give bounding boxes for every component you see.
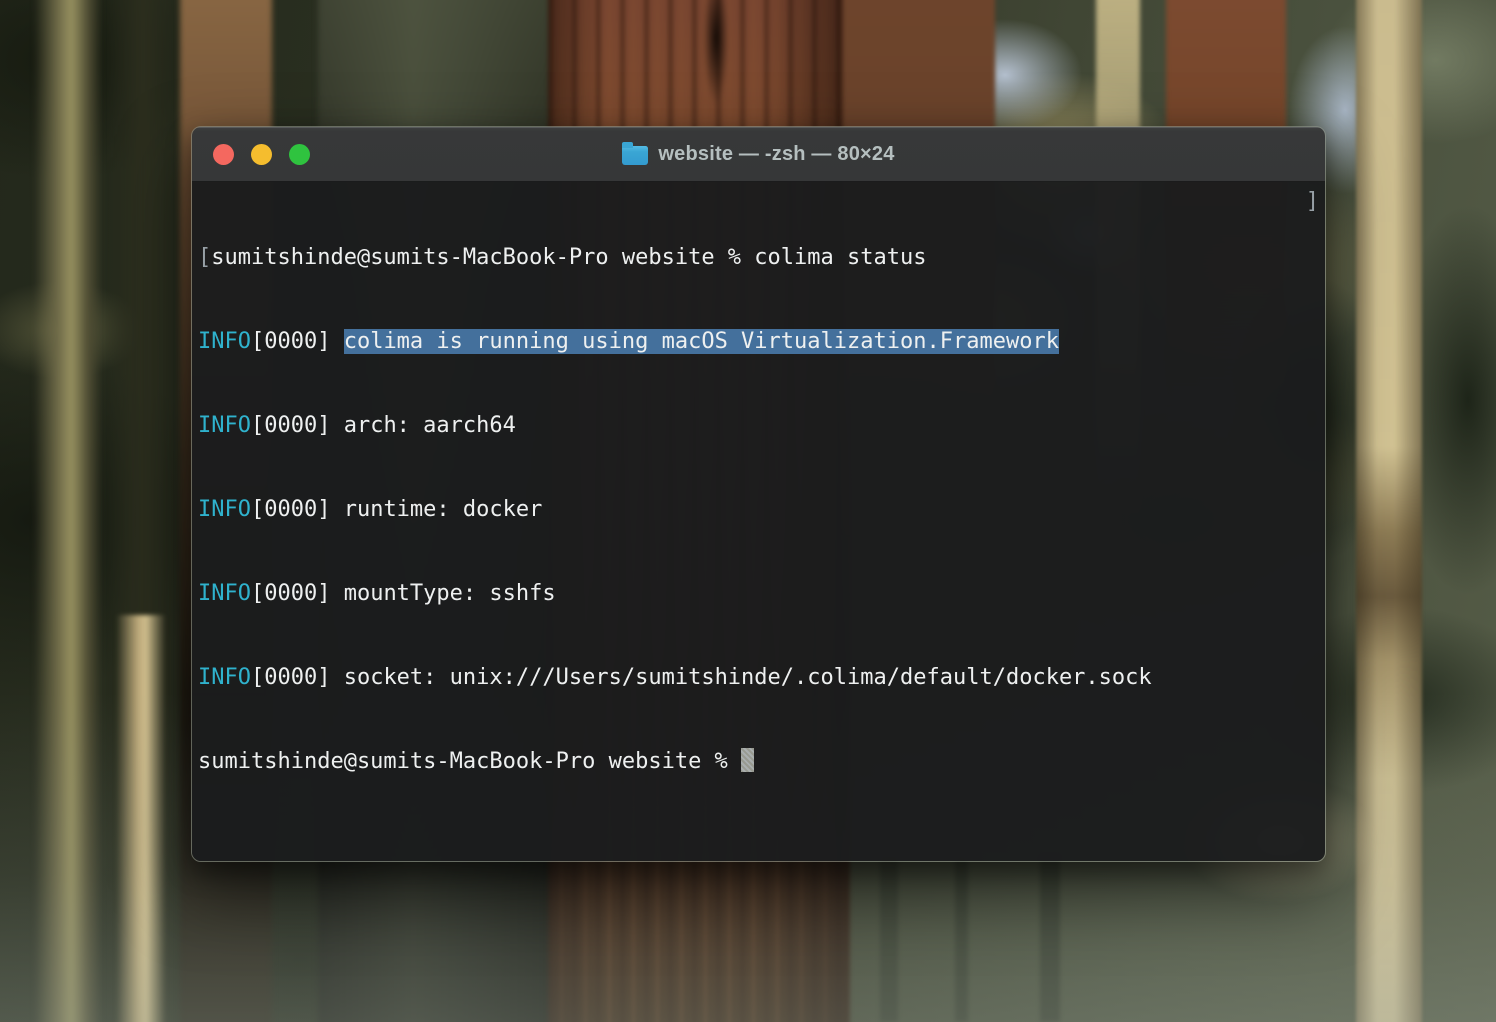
terminal-line-log: INFO[0000] socket: unix:///Users/sumitsh… [198,664,1319,692]
log-level: INFO [198,329,251,354]
terminal-line-log: INFO[0000] arch: aarch64 [198,412,1319,440]
command-text: sumitshinde@sumits-MacBook-Pro website %… [211,245,926,270]
terminal-line-log: INFO[0000] colima is running using macOS… [198,328,1319,356]
prompt-mark-open: [ [198,245,211,270]
log-message: runtime: docker [344,497,543,522]
log-level: INFO [198,413,251,438]
log-level: INFO [198,497,251,522]
zoom-button[interactable] [289,144,310,165]
log-time: [0000] [251,329,344,354]
log-message-selected: colima is running using macOS Virtualiza… [344,329,1059,354]
prompt-mark-close: ] [1306,188,1319,216]
terminal-line-command: [sumitshinde@sumits-MacBook-Pro website … [198,244,1319,272]
terminal-line-prompt: sumitshinde@sumits-MacBook-Pro website % [198,748,1319,776]
terminal-line-log: INFO[0000] mountType: sshfs [198,580,1319,608]
close-button[interactable] [213,144,234,165]
log-time: [0000] [251,497,344,522]
log-time: [0000] [251,665,344,690]
terminal-line-log: INFO[0000] runtime: docker [198,496,1319,524]
traffic-lights [192,144,310,165]
log-time: [0000] [251,581,344,606]
window-title-group: website — -zsh — 80×24 [192,143,1325,166]
log-level: INFO [198,581,251,606]
folder-icon [622,146,648,165]
log-message: arch: aarch64 [344,413,516,438]
log-message: socket: unix:///Users/sumitshinde/.colim… [344,665,1152,690]
log-time: [0000] [251,413,344,438]
log-level: INFO [198,665,251,690]
window-titlebar[interactable]: website — -zsh — 80×24 [192,127,1325,181]
terminal-screen[interactable]: [sumitshinde@sumits-MacBook-Pro website … [192,181,1325,862]
window-title: website — -zsh — 80×24 [658,143,894,166]
terminal-cursor [741,748,754,772]
prompt-text: sumitshinde@sumits-MacBook-Pro website % [198,749,741,774]
log-message: mountType: sshfs [344,581,556,606]
terminal-window: website — -zsh — 80×24 [sumitshinde@sumi… [191,126,1326,862]
minimize-button[interactable] [251,144,272,165]
